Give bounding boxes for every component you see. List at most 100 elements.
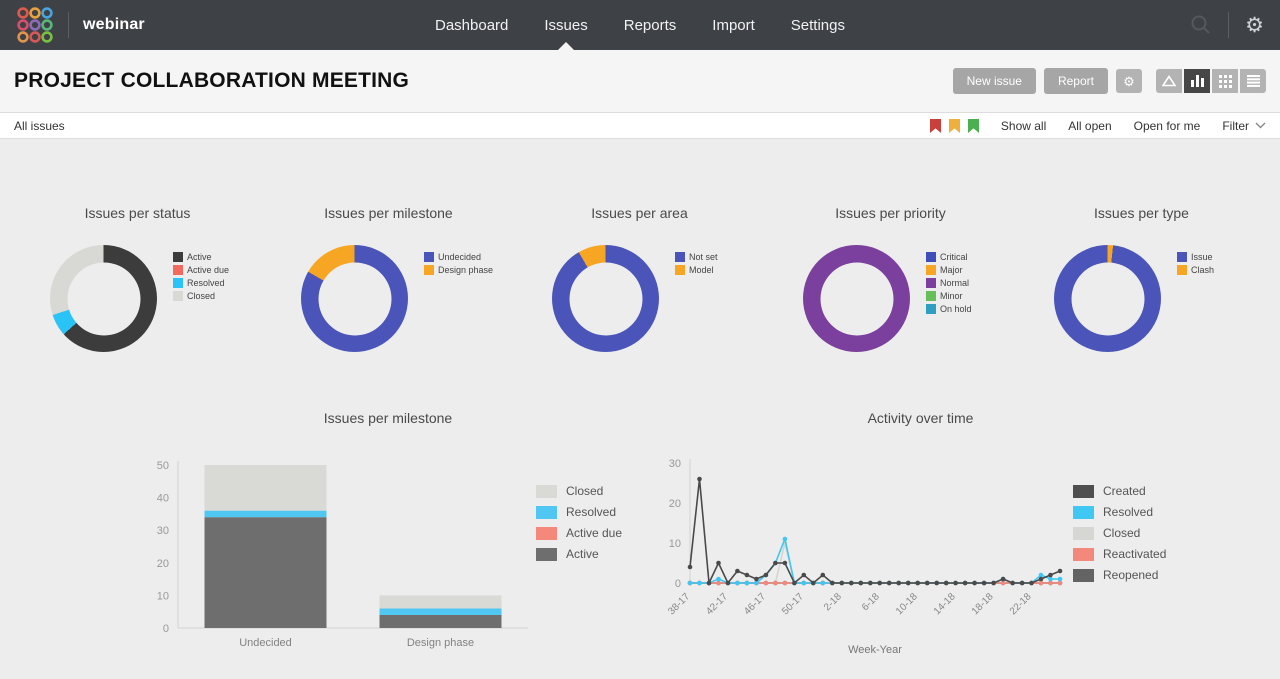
x-tick-label: 22-18 (1008, 591, 1034, 617)
legend-item: Critical (926, 252, 972, 262)
data-point (1010, 580, 1015, 586)
legend-label: Resolved (566, 505, 617, 519)
y-tick-label: 10 (157, 590, 169, 602)
all-open-link[interactable]: All open (1068, 119, 1111, 133)
legend-swatch (926, 291, 936, 301)
milestone-donut[interactable] (301, 245, 408, 352)
milestone-bar-chart[interactable]: 0 10 20 30 40 50 Undecided Design phase (128, 450, 536, 662)
data-point (886, 580, 892, 586)
current-filter-label[interactable]: All issues (14, 119, 65, 133)
red-flag-icon[interactable] (929, 118, 941, 133)
legend-label: Not set (689, 252, 718, 262)
priority-donut[interactable] (803, 245, 910, 352)
donut-chart-row: Issues per status Active Active due Resolv… (0, 205, 1280, 352)
legend-item: Undecided (424, 252, 493, 262)
chart-legend: Critical Major Normal Minor On hold (926, 252, 972, 317)
yellow-flag-icon[interactable] (948, 118, 960, 133)
y-tick-label: 10 (669, 538, 681, 550)
main-menu: Dashboard Issues Reports Import Settings (435, 0, 845, 50)
area-donut[interactable] (552, 245, 659, 352)
data-point (1029, 580, 1034, 586)
nav-item-issues[interactable]: Issues (544, 0, 587, 50)
chart-title: Activity over time (867, 410, 974, 426)
x-axis-title: Week-Year (848, 644, 902, 656)
data-point (754, 576, 759, 582)
data-point (981, 580, 987, 586)
y-tick-label: 50 (157, 460, 169, 472)
data-point (953, 580, 958, 586)
list-view-button[interactable] (1240, 69, 1266, 93)
data-point (1057, 576, 1063, 582)
legend-swatch (173, 291, 183, 301)
nav-item-settings[interactable]: Settings (791, 0, 845, 50)
legend-swatch (926, 278, 936, 288)
y-tick-label: 0 (675, 578, 681, 590)
filter-dropdown[interactable]: Filter (1222, 119, 1266, 133)
data-point (782, 560, 788, 566)
dashboard-settings-button[interactable]: ⚙ (1116, 69, 1142, 93)
nav-item-dashboard[interactable]: Dashboard (435, 0, 508, 50)
type-donut[interactable] (1054, 245, 1161, 352)
data-point (763, 580, 769, 586)
chart-title: Issues per area (591, 205, 688, 221)
legend-swatch (424, 252, 434, 262)
data-point (858, 580, 864, 586)
legend-item: Resolved (1073, 505, 1166, 519)
data-point (1038, 580, 1044, 586)
data-point (754, 580, 759, 586)
show-all-link[interactable]: Show all (1001, 119, 1046, 133)
bar-segment (379, 608, 502, 615)
data-point (782, 580, 788, 586)
data-point (1057, 568, 1063, 574)
legend-item: Active (536, 547, 622, 561)
data-point (1000, 576, 1006, 582)
nav-item-import[interactable]: Import (712, 0, 755, 50)
open-for-me-link[interactable]: Open for me (1134, 119, 1201, 133)
data-point (1048, 580, 1053, 586)
data-point (697, 476, 702, 482)
data-point (687, 564, 693, 570)
legend-swatch (675, 265, 685, 275)
bar-segment (204, 510, 327, 518)
data-point (820, 572, 826, 578)
legend-swatch (424, 265, 434, 275)
legend-item: Reopened (1073, 568, 1166, 582)
project-name[interactable]: webinar (83, 16, 145, 34)
triangle-view-button[interactable] (1156, 69, 1182, 93)
chart-issues-per-type: Issues per type Issue Clash (1016, 205, 1267, 352)
data-point (839, 580, 845, 586)
data-point (1038, 572, 1044, 578)
legend-item: Active due (173, 265, 229, 275)
new-issue-button[interactable]: New issue (952, 68, 1036, 94)
data-point (697, 580, 702, 586)
donut-hole (820, 262, 893, 335)
data-point (1048, 572, 1053, 578)
legend-item: Resolved (536, 505, 622, 519)
status-donut[interactable] (50, 245, 157, 352)
legend-item: Issue (1177, 252, 1214, 262)
chart-view-button[interactable] (1184, 69, 1210, 93)
green-flag-icon[interactable] (967, 118, 979, 133)
search-icon[interactable] (1190, 14, 1212, 36)
data-point (687, 580, 693, 586)
data-point (716, 580, 721, 586)
legend-item: Closed (1073, 526, 1166, 540)
filter-dropdown-label: Filter (1222, 118, 1249, 133)
legend-swatch (926, 304, 936, 314)
chart-title: Issues per milestone (324, 205, 453, 221)
legend-swatch (675, 252, 685, 262)
app-logo-icon[interactable] (16, 6, 54, 44)
data-point (924, 580, 930, 586)
legend-swatch (926, 252, 936, 262)
series-line-closed (690, 542, 1060, 584)
legend-item: Minor (926, 291, 972, 301)
legend-label: Issue (1191, 252, 1213, 262)
activity-line-chart[interactable]: 0 10 20 30 38-17 42-17 46-17 50-17 2-18 6-18 10-18… (658, 450, 1073, 662)
nav-item-reports[interactable]: Reports (624, 0, 677, 50)
grid-view-button[interactable] (1212, 69, 1238, 93)
legend-swatch (536, 547, 557, 561)
report-button[interactable]: Report (1043, 68, 1108, 94)
legend-item: Closed (173, 291, 229, 301)
data-point (773, 580, 778, 586)
gear-icon[interactable]: ⚙ (1245, 15, 1264, 36)
